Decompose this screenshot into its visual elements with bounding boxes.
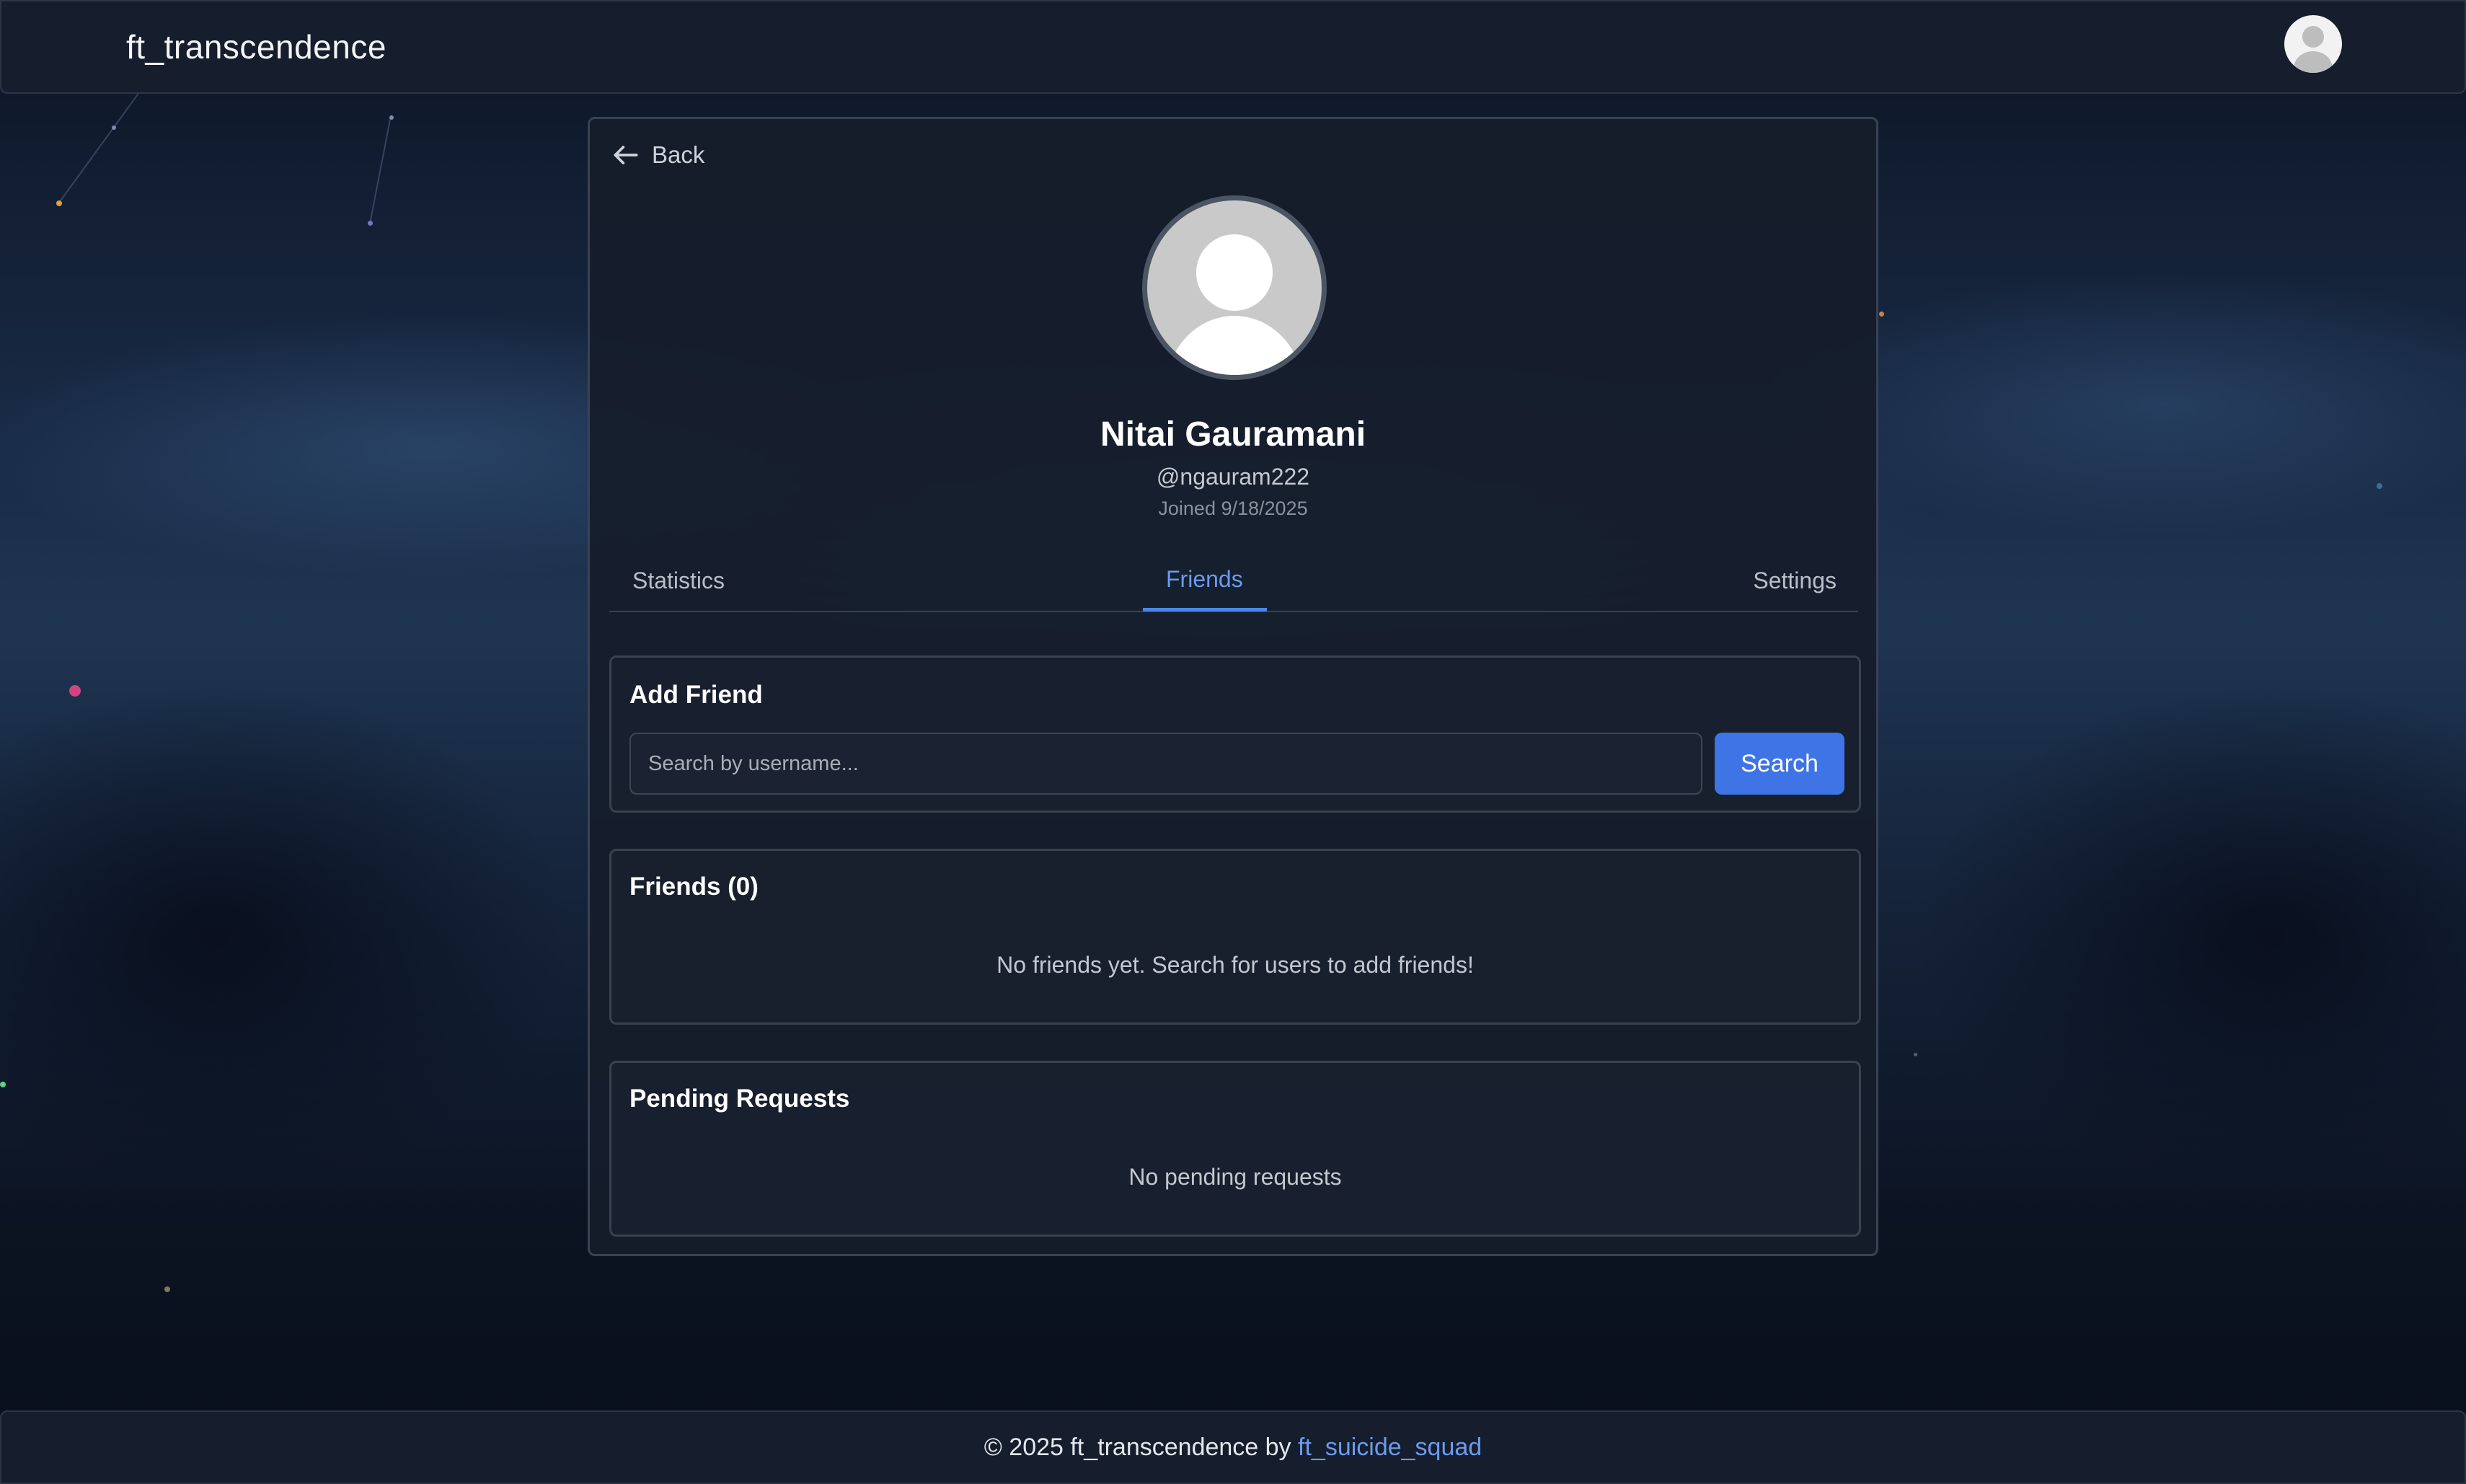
tab-statistics[interactable]: Statistics: [632, 567, 725, 594]
back-label: Back: [652, 141, 705, 168]
tab-friends[interactable]: Friends: [1166, 566, 1243, 593]
profile-joined-date: Joined 9/18/2025: [1158, 498, 1308, 519]
add-friend-panel: Add Friend Search: [609, 655, 1861, 813]
pending-empty-message: No pending requests: [1128, 1164, 1342, 1190]
profile-display-name: Nitai Gauramani: [1100, 415, 1366, 454]
add-friend-title: Add Friend: [629, 681, 763, 709]
back-button[interactable]: Back: [610, 139, 704, 171]
star: [1914, 1053, 1917, 1056]
pending-requests-panel: Pending Requests No pending requests: [609, 1061, 1861, 1237]
profile-avatar: [1142, 195, 1327, 380]
star: [368, 221, 373, 226]
brand-logo-text[interactable]: ft_transcendence: [126, 27, 386, 66]
search-button[interactable]: Search: [1715, 733, 1844, 795]
arrow-left-icon: [614, 146, 638, 164]
footer-team-link[interactable]: ft_suicide_squad: [1298, 1434, 1482, 1461]
user-avatar-icon[interactable]: [2284, 15, 2342, 73]
friends-list-panel: Friends (0) No friends yet. Search for u…: [609, 849, 1861, 1025]
profile-card: Back Nitai Gauramani @ngauram222 Joined …: [588, 117, 1878, 1256]
constellation-line: [369, 117, 392, 224]
pending-requests-title: Pending Requests: [629, 1085, 850, 1113]
footer-copyright: © 2025 ft_transcendence by: [984, 1434, 1299, 1461]
star: [69, 685, 81, 697]
star: [112, 125, 116, 130]
star: [389, 115, 394, 120]
star: [1879, 312, 1884, 317]
star: [56, 200, 62, 206]
top-navbar: ft_transcendence: [0, 0, 2466, 94]
star: [0, 1082, 6, 1087]
friends-empty-message: No friends yet. Search for users to add …: [996, 952, 1474, 978]
star: [164, 1286, 170, 1292]
constellation-line: [58, 92, 140, 205]
friends-list-title: Friends (0): [629, 873, 759, 901]
active-tab-indicator: [1143, 608, 1267, 611]
tab-settings[interactable]: Settings: [1753, 567, 1837, 594]
profile-username: @ngauram222: [1156, 464, 1310, 490]
star: [2377, 483, 2382, 489]
username-search-input[interactable]: [629, 733, 1702, 795]
profile-tabs: Statistics Friends Settings: [609, 560, 1858, 612]
page-footer: © 2025 ft_transcendence by ft_suicide_sq…: [0, 1410, 2466, 1484]
